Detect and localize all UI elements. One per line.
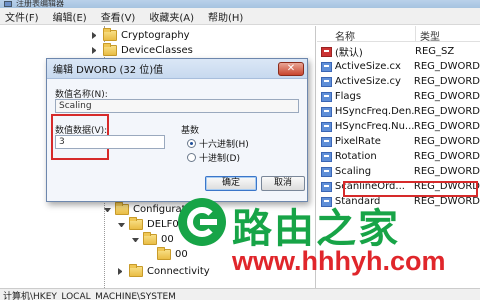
value-type: REG_DWORD <box>413 106 480 117</box>
binary-value-icon <box>321 181 332 192</box>
folder-icon <box>103 28 117 41</box>
menu-edit[interactable]: 编辑(E) <box>53 9 87 24</box>
value-row[interactable]: HSyncFreq.Nu... REG_DWORD <box>317 119 480 134</box>
value-name: ActiveSize.cy <box>334 76 401 87</box>
tree-item-deviceclasses[interactable]: DeviceClasses <box>92 43 193 56</box>
folder-icon <box>143 232 157 245</box>
watermark-logo-icon <box>178 198 226 246</box>
value-name: ActiveSize.cx <box>334 61 401 72</box>
value-row[interactable]: (默认) REG_SZ <box>317 44 480 59</box>
radio-selected-icon[interactable] <box>187 139 196 148</box>
binary-value-icon <box>321 121 332 132</box>
folder-icon <box>115 202 129 215</box>
tree-item-00-child[interactable]: 00 <box>157 247 188 260</box>
collapse-arrow-icon[interactable] <box>104 207 111 212</box>
ok-button[interactable]: 确定 <box>205 176 257 191</box>
value-row[interactable]: PixelRate REG_DWORD <box>317 134 480 149</box>
folder-icon <box>129 264 143 277</box>
values-header: 名称 类型 <box>317 26 480 43</box>
radio-decimal[interactable]: 十进制(D) <box>187 151 240 164</box>
value-name: Flags <box>334 91 362 102</box>
value-name: HSyncFreq.Nu... <box>334 121 414 132</box>
binary-value-icon <box>321 91 332 102</box>
menu-favorites[interactable]: 收藏夹(A) <box>149 9 194 24</box>
radio-hex-label: 十六进制(H) <box>199 140 249 150</box>
folder-icon <box>129 217 143 230</box>
string-value-icon <box>321 46 332 57</box>
value-name: (默认) <box>335 48 363 59</box>
status-bar: 计算机\HKEY_LOCAL_MACHINE\SYSTEM <box>0 288 480 300</box>
value-type: REG_DWORD <box>413 151 480 162</box>
binary-value-icon <box>321 61 332 72</box>
radio-dec-label: 十进制(D) <box>199 154 240 164</box>
menu-file[interactable]: 文件(F) <box>5 9 39 24</box>
value-type: REG_DWORD <box>413 121 480 132</box>
close-icon[interactable]: ✕ <box>278 62 304 76</box>
tree-item-label: 00 <box>161 234 174 245</box>
value-type: REG_DWORD <box>413 166 480 177</box>
value-row[interactable]: Rotation REG_DWORD <box>317 149 480 164</box>
tree-item-connectivity[interactable]: Connectivity <box>118 264 210 277</box>
expand-arrow-icon[interactable] <box>92 32 99 39</box>
value-type: REG_SZ <box>415 46 455 57</box>
edit-dword-dialog: 编辑 DWORD (32 位)值 ✕ 数值名称(N): Scaling 数值数据… <box>46 58 308 202</box>
folder-icon <box>103 43 117 56</box>
regedit-icon <box>4 1 12 7</box>
value-name-field: Scaling <box>55 99 299 113</box>
folder-icon <box>157 247 171 260</box>
dialog-title: 编辑 DWORD (32 位)值 <box>53 65 164 76</box>
value-name: HSyncFreq.Den... <box>334 106 414 117</box>
menu-bar: 文件(F) 编辑(E) 查看(V) 收藏夹(A) 帮助(H) <box>0 8 480 25</box>
value-name: PixelRate <box>334 136 381 147</box>
value-name: Rotation <box>334 151 377 162</box>
collapse-arrow-icon[interactable] <box>118 222 125 227</box>
dialog-title-bar: 编辑 DWORD (32 位)值 <box>47 59 307 79</box>
value-type: REG_DWORD <box>413 61 480 72</box>
expand-arrow-icon[interactable] <box>92 47 99 54</box>
binary-value-icon <box>321 166 332 177</box>
value-type: REG_DWORD <box>413 91 480 102</box>
collapse-arrow-icon[interactable] <box>132 237 139 242</box>
column-header-type[interactable]: 类型 <box>415 26 440 43</box>
value-type: REG_DWORD <box>413 76 480 87</box>
watermark-url: www.hhhyh.com <box>232 246 446 276</box>
tree-item-label: 00 <box>175 249 188 260</box>
menu-view[interactable]: 查看(V) <box>101 9 136 24</box>
tree-item-00[interactable]: 00 <box>132 232 174 245</box>
tree-item-label: DeviceClasses <box>121 45 193 56</box>
binary-value-icon <box>321 136 332 147</box>
value-row[interactable]: Flags REG_DWORD <box>317 89 480 104</box>
expand-arrow-icon[interactable] <box>118 268 125 275</box>
value-row[interactable]: Scaling REG_DWORD <box>317 164 480 179</box>
value-type: REG_DWORD <box>413 196 480 207</box>
tree-item-delf06[interactable]: DELF06 <box>118 217 185 230</box>
binary-value-icon <box>321 151 332 162</box>
tree-item-cryptography[interactable]: Cryptography <box>92 28 190 41</box>
value-type: REG_DWORD <box>413 136 480 147</box>
window-title-bar: 注册表编辑器 <box>0 0 480 8</box>
value-data-input[interactable]: 3 <box>55 135 165 149</box>
binary-value-icon <box>321 106 332 117</box>
value-row[interactable]: HSyncFreq.Den... REG_DWORD <box>317 104 480 119</box>
tree-item-label: Connectivity <box>147 266 210 277</box>
scaling-highlight-box <box>343 181 478 197</box>
cancel-button[interactable]: 取消 <box>261 176 305 191</box>
radio-hexadecimal[interactable]: 十六进制(H) <box>187 137 249 150</box>
radio-unselected-icon[interactable] <box>187 153 196 162</box>
column-header-name[interactable]: 名称 <box>317 26 415 43</box>
binary-value-icon <box>321 76 332 87</box>
tree-item-label: Cryptography <box>121 30 190 41</box>
value-row[interactable]: ActiveSize.cx REG_DWORD <box>317 59 480 74</box>
value-name: Scaling <box>334 166 372 177</box>
base-label: 基数 <box>181 126 200 136</box>
value-row[interactable]: ActiveSize.cy REG_DWORD <box>317 74 480 89</box>
menu-help[interactable]: 帮助(H) <box>208 9 243 24</box>
